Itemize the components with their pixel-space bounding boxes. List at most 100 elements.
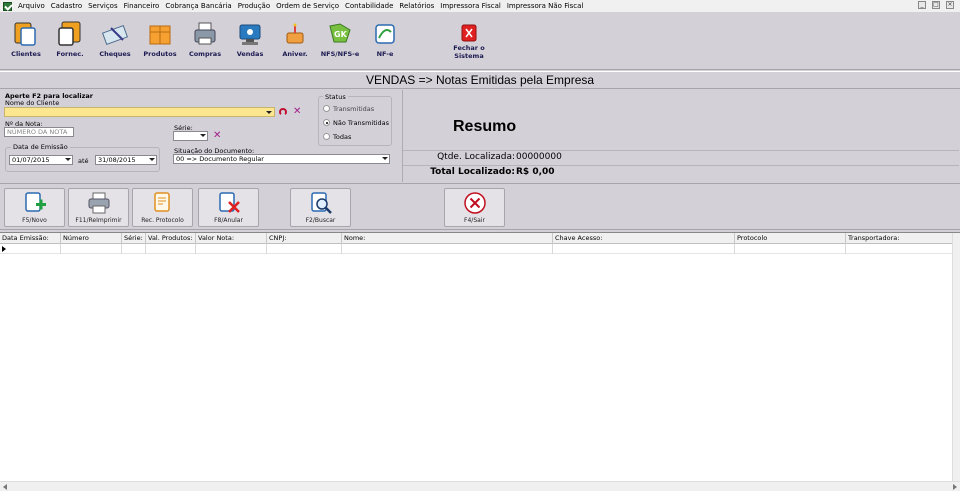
chevron-down-icon (149, 158, 155, 161)
sair-button[interactable]: F4/Sair (444, 188, 505, 227)
buscar-button[interactable]: F2/Buscar (290, 188, 351, 227)
date-from-input[interactable]: 01/07/2015 (9, 155, 73, 165)
reimprimir-button[interactable]: F11/ReImprimir (68, 188, 129, 227)
col-nome[interactable]: Nome: (342, 233, 553, 244)
close-system-icon (461, 24, 477, 42)
toolbar-clientes-button[interactable]: Clientes (4, 20, 48, 58)
scroll-left-icon[interactable] (3, 484, 7, 490)
menu-contabilidade[interactable]: Contabilidade (342, 2, 396, 10)
col-data-emissao[interactable]: Data Emissão: (0, 233, 61, 244)
toolbar-aniver-button[interactable]: Aniver. (273, 20, 317, 58)
menu-cadastro[interactable]: Cadastro (48, 2, 85, 10)
radio-transmitidas[interactable] (323, 105, 330, 112)
total-value: R$ 0,00 (516, 167, 555, 177)
client-name-input[interactable] (4, 107, 275, 117)
col-val-produtos[interactable]: Val. Produtos: (146, 233, 196, 244)
qtde-row: Qtde. Localizada: 00000000 (403, 150, 959, 164)
purchases-icon (191, 20, 219, 48)
toolbar-compras-button[interactable]: Compras (183, 20, 227, 58)
col-serie[interactable]: Série: (122, 233, 146, 244)
menu-arquivo[interactable]: Arquivo (15, 2, 48, 10)
nota-number-input[interactable]: NÚMERO DA NOTA (4, 127, 74, 137)
printer-icon (87, 191, 111, 215)
window-controls: _ □ × (918, 1, 954, 9)
chevron-down-icon (382, 157, 388, 160)
emissao-label: Data de Emissão (11, 143, 70, 151)
menu-impressora-fiscal[interactable]: Impressora Fiscal (437, 2, 504, 10)
toolbar-vendas-button[interactable]: Vendas (228, 20, 272, 58)
summary-title: Resumo (453, 118, 517, 135)
col-valor-nota[interactable]: Valor Nota: (196, 233, 267, 244)
toolbar-fechar-sistema-button[interactable]: Fechar o Sistema (446, 20, 492, 60)
situacao-select[interactable]: 00 => Documento Regular (173, 154, 390, 164)
col-chave-acesso[interactable]: Chave Acesso: (553, 233, 735, 244)
page-title: VENDAS => Notas Emitidas pela Empresa (0, 71, 960, 89)
cheques-icon (101, 20, 129, 48)
toolbar-nfs-button[interactable]: GK NFS/NFS-e (318, 20, 362, 58)
chevron-down-icon (200, 134, 206, 137)
label-todas: Todas (333, 133, 352, 141)
cancel-document-icon (217, 191, 241, 215)
novo-button[interactable]: F5/Novo (4, 188, 65, 227)
radio-todas[interactable] (323, 133, 330, 140)
horizontal-scrollbar[interactable] (0, 481, 960, 491)
main-toolbar: Clientes Fornec. Cheques Produtos Compra… (0, 13, 960, 70)
menu-servicos[interactable]: Serviços (85, 2, 121, 10)
toolbar-cheques-button[interactable]: Cheques (93, 20, 137, 58)
close-window-icon[interactable]: × (946, 1, 954, 9)
col-transportadora[interactable]: Transportadora: (846, 233, 952, 244)
menu-bar: Arquivo Cadastro Serviços Financeiro Cob… (0, 0, 960, 12)
protocol-document-icon (151, 191, 175, 215)
clear-serie-icon[interactable]: ✕ (213, 131, 221, 141)
anular-button[interactable]: F8/Anular (198, 188, 259, 227)
minimize-icon[interactable]: _ (918, 1, 926, 9)
toolbar-nfe-button[interactable]: NF-e (363, 20, 407, 58)
vertical-scrollbar[interactable] (952, 233, 960, 481)
refresh-icon[interactable] (279, 108, 287, 116)
notes-grid[interactable]: Data Emissão: Número Série: Val. Produto… (0, 232, 960, 491)
birthday-cake-icon (281, 20, 309, 48)
chevron-down-icon[interactable] (266, 111, 272, 114)
col-cnpj[interactable]: CNPJ: (267, 233, 342, 244)
client-label: Nome do Cliente (5, 99, 60, 107)
menu-relatorios[interactable]: Relatórios (396, 2, 437, 10)
qtde-label: Qtde. Localizada: (437, 152, 515, 162)
toolbar-fornec-button[interactable]: Fornec. (48, 20, 92, 58)
label-transmitidas: Transmitidas (333, 105, 375, 113)
nfe-icon (371, 20, 399, 48)
supplier-icon (56, 20, 84, 48)
qtde-value: 00000000 (516, 152, 562, 162)
toolbar-produtos-button[interactable]: Produtos (138, 20, 182, 58)
menu-impressora-nao-fiscal[interactable]: Impressora Não Fiscal (504, 2, 587, 10)
menu-cobranca-bancaria[interactable]: Cobrança Bancária (162, 2, 234, 10)
ate-label: até (78, 157, 89, 165)
status-title: Status (323, 93, 348, 101)
maximize-icon[interactable]: □ (932, 1, 940, 9)
new-document-icon (23, 191, 47, 215)
nfs-icon: GK (326, 20, 354, 48)
products-icon (146, 20, 174, 48)
summary-panel: Resumo Qtde. Localizada: 00000000 Total … (402, 90, 959, 182)
date-to-input[interactable]: 31/08/2015 (95, 155, 157, 165)
scroll-right-icon[interactable] (953, 484, 957, 490)
total-label: Total Localizado: (430, 167, 515, 177)
rec-protocolo-button[interactable]: Rec. Protocolo (132, 188, 193, 227)
action-bar: F5/Novo F11/ReImprimir Rec. Protocolo F8… (0, 183, 960, 230)
clients-icon (12, 20, 40, 48)
menu-producao[interactable]: Produção (235, 2, 273, 10)
clear-client-icon[interactable]: ✕ (293, 107, 301, 117)
col-protocolo[interactable]: Protocolo (735, 233, 846, 244)
label-nao-transmitidas: Não Transmitidas (333, 119, 390, 127)
total-row: Total Localizado: R$ 0,00 (403, 165, 959, 179)
menu-financeiro[interactable]: Financeiro (121, 2, 163, 10)
sales-icon (236, 20, 264, 48)
svg-text:GK: GK (334, 30, 348, 39)
serie-select[interactable] (173, 131, 208, 141)
table-row[interactable] (0, 244, 952, 254)
col-numero[interactable]: Número (61, 233, 122, 244)
app-icon (3, 1, 12, 11)
menu-ordem-de-servico[interactable]: Ordem de Serviço (273, 2, 342, 10)
grid-header: Data Emissão: Número Série: Val. Produto… (0, 233, 952, 244)
radio-nao-transmitidas[interactable] (323, 119, 330, 126)
exit-icon (463, 191, 487, 215)
